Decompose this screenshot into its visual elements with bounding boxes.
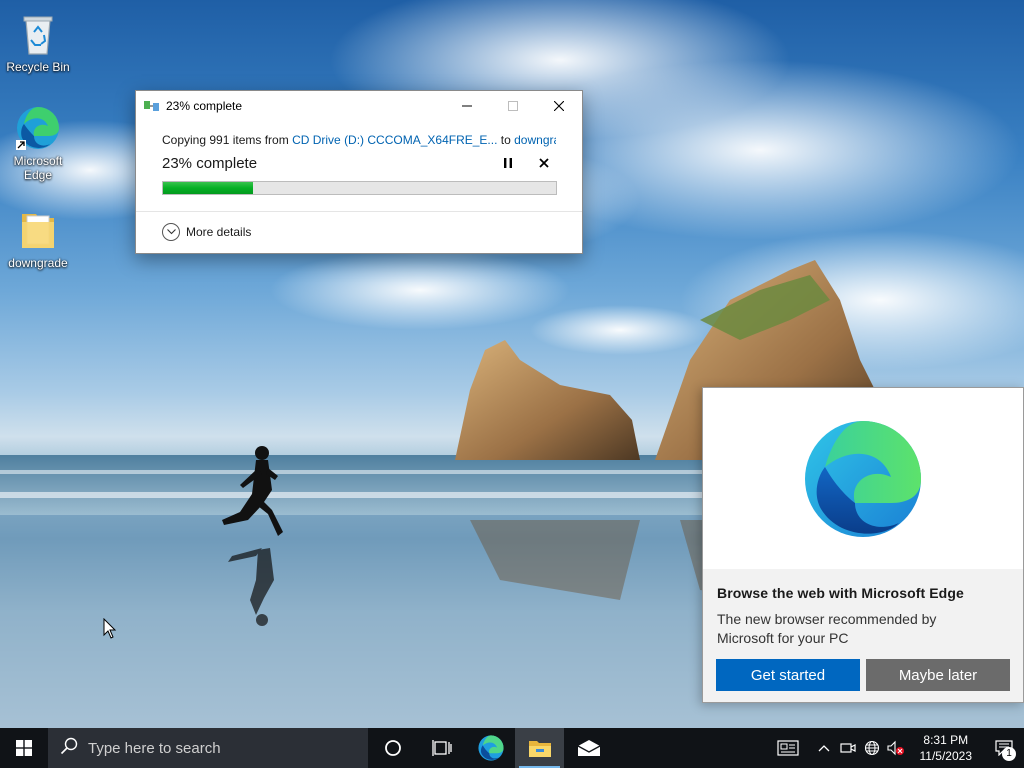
- network-globe-icon[interactable]: [860, 728, 884, 768]
- task-view-button[interactable]: [417, 728, 466, 768]
- volume-muted-icon[interactable]: [884, 728, 908, 768]
- maybe-later-button[interactable]: Maybe later: [866, 659, 1010, 691]
- desktop-icon-label: Microsoft Edge: [13, 154, 63, 182]
- taskbar-clock[interactable]: 8:31 PM 11/5/2023: [908, 732, 985, 764]
- task-view-icon: [431, 740, 452, 756]
- action-center-button[interactable]: 1: [984, 728, 1024, 768]
- chevron-down-icon: [162, 223, 180, 241]
- taskbar-mail-button[interactable]: [564, 728, 613, 768]
- folder-icon: [14, 206, 62, 254]
- dialog-divider: [136, 211, 582, 212]
- progress-fill: [163, 182, 254, 194]
- taskbar-search-box[interactable]: Type here to search: [48, 728, 368, 768]
- windows-logo-icon: [16, 740, 32, 756]
- news-widget-icon[interactable]: [770, 728, 806, 768]
- desktop-icon-downgrade-folder[interactable]: downgrade: [0, 206, 76, 270]
- cancel-copy-button[interactable]: [532, 153, 556, 173]
- dialog-title: 23% complete: [166, 99, 243, 113]
- search-placeholder: Type here to search: [88, 739, 221, 757]
- search-icon: [60, 737, 78, 759]
- get-started-button[interactable]: Get started: [716, 659, 860, 691]
- taskbar-file-explorer-button[interactable]: [515, 728, 564, 768]
- cortana-button[interactable]: [368, 728, 417, 768]
- mail-icon: [577, 740, 600, 756]
- desktop-icon-recycle-bin[interactable]: Recycle Bin: [0, 10, 76, 74]
- edge-promo-hero: [703, 388, 1023, 569]
- edge-promo-description: The new browser recommended by Microsoft…: [717, 611, 937, 646]
- clock-time: 8:31 PM: [923, 733, 969, 747]
- taskbar-edge-button[interactable]: [466, 728, 515, 768]
- close-button[interactable]: [536, 91, 582, 121]
- pause-button[interactable]: [496, 153, 520, 173]
- percent-complete-text: 23% complete: [162, 154, 258, 172]
- minimize-button[interactable]: [444, 91, 490, 121]
- dialog-titlebar[interactable]: 23% complete: [136, 91, 582, 121]
- edge-promo-card: Browse the web with Microsoft Edge The n…: [702, 387, 1024, 703]
- copy-progress-bar: [162, 181, 557, 195]
- taskbar: Type here to search 8:31 PM 11/5/2023 1: [0, 728, 1024, 768]
- destination-link[interactable]: downgrade: [514, 133, 556, 147]
- copy-prefix: Copying 991 items from: [162, 133, 293, 147]
- edge-icon: [477, 735, 504, 761]
- file-explorer-icon: [528, 741, 551, 757]
- desktop-icon-label: Recycle Bin: [6, 60, 70, 74]
- source-link[interactable]: CD Drive (D:) CCCOMA_X64FRE_E...: [292, 133, 497, 147]
- more-details-toggle[interactable]: More details: [162, 223, 251, 241]
- edge-promo-title: Browse the web with Microsoft Edge: [717, 585, 964, 601]
- to-word: to: [497, 133, 515, 147]
- copy-description: Copying 991 items from CD Drive (D:) CCC…: [162, 133, 556, 149]
- desktop-icon-label: downgrade: [8, 256, 68, 270]
- chevron-up-icon[interactable]: [812, 728, 836, 768]
- pause-icon: [504, 158, 512, 168]
- cortana-icon: [384, 740, 401, 756]
- copy-progress-dialog: 23% complete Copying 991 items from CD D…: [135, 90, 583, 254]
- edge-logo-icon: [805, 420, 921, 537]
- copy-files-icon: [144, 99, 160, 113]
- start-button[interactable]: [0, 728, 48, 768]
- edge-icon: [14, 104, 62, 152]
- webcam-icon[interactable]: [836, 728, 860, 768]
- clock-date: 11/5/2023: [919, 749, 973, 763]
- mouse-cursor-icon: [103, 618, 117, 639]
- more-details-label: More details: [186, 225, 252, 239]
- system-tray: 8:31 PM 11/5/2023 1: [770, 728, 1024, 768]
- recycle-bin-icon: [14, 10, 62, 58]
- notification-count-badge: 1: [1002, 747, 1016, 761]
- maximize-button[interactable]: [490, 91, 536, 121]
- desktop-icon-edge[interactable]: Microsoft Edge: [0, 104, 76, 182]
- cancel-icon: [539, 158, 549, 168]
